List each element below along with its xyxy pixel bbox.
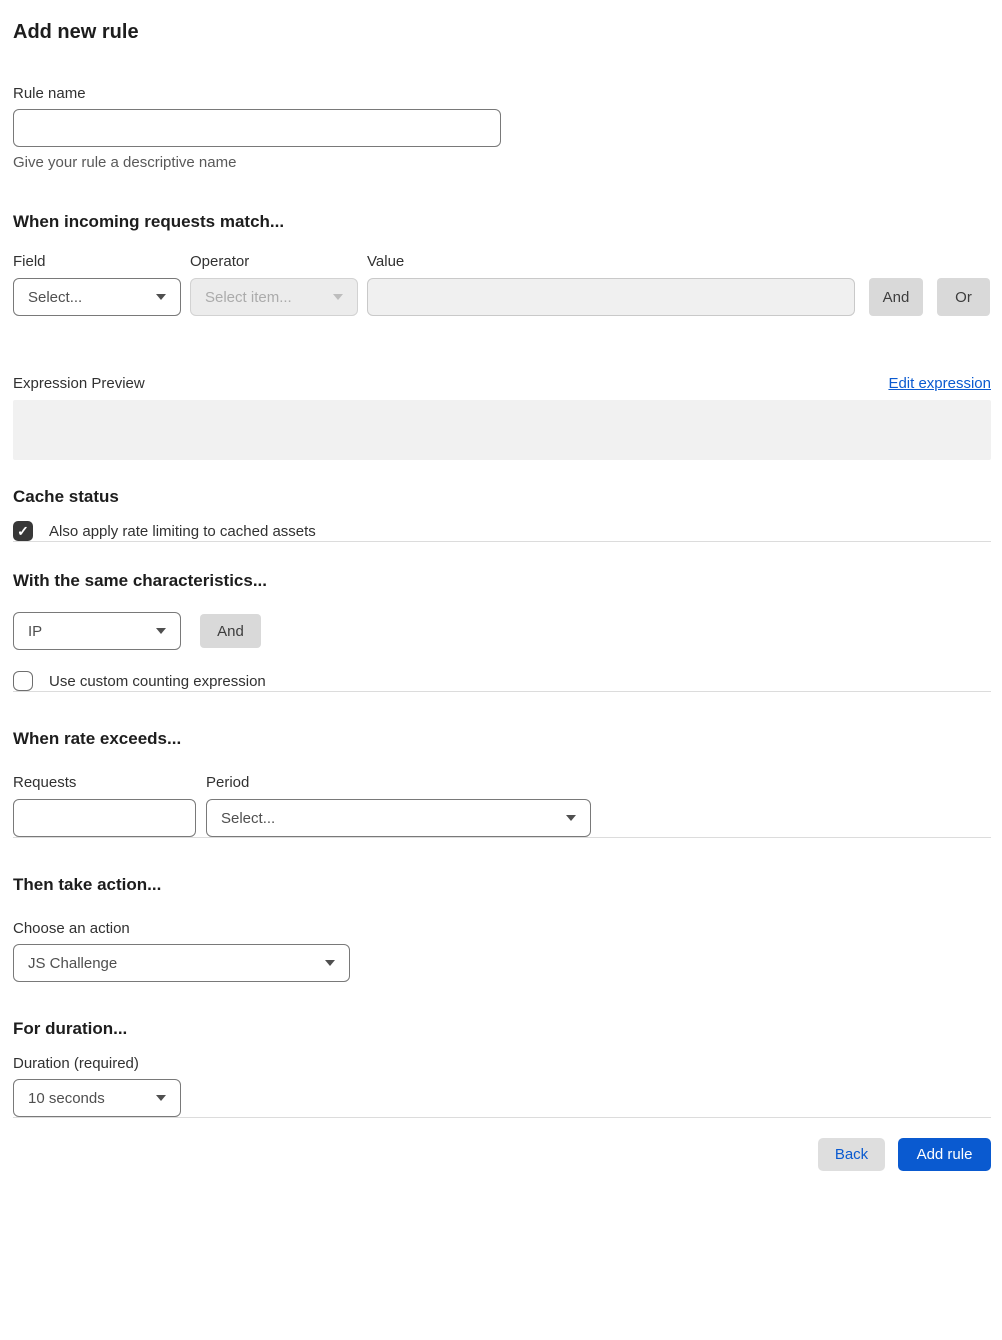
period-select-value: Select... (221, 809, 276, 827)
requests-label: Requests (13, 774, 77, 791)
expression-preview-label: Expression Preview (13, 375, 145, 392)
characteristics-heading: With the same characteristics... (13, 571, 268, 590)
cached-assets-row: ✓ Also apply rate limiting to cached ass… (13, 521, 991, 541)
operator-select: Select item... (190, 278, 358, 316)
duration-label: Duration (required) (13, 1055, 139, 1072)
field-column: Field Select... (13, 253, 181, 316)
page-title: Add new rule (13, 21, 139, 43)
operator-select-value: Select item... (205, 288, 292, 306)
period-label: Period (206, 774, 250, 791)
chevron-down-icon (156, 294, 166, 300)
back-button[interactable]: Back (818, 1138, 885, 1171)
take-action-heading: Then take action... (13, 875, 162, 894)
cached-assets-label: Also apply rate limiting to cached asset… (49, 522, 316, 540)
characteristic-select-value: IP (28, 622, 43, 640)
chevron-down-icon (333, 294, 343, 300)
counting-expression-checkbox[interactable] (13, 671, 33, 691)
match-condition-row: Field Select... Operator Select item... … (13, 253, 991, 316)
chevron-down-icon (325, 960, 335, 966)
duration-select[interactable]: 10 seconds (13, 1079, 181, 1117)
rate-exceeds-heading: When rate exceeds... (13, 729, 182, 748)
characteristic-and-button[interactable]: And (200, 614, 261, 648)
check-icon: ✓ (17, 523, 29, 539)
period-column: Period Select... (206, 774, 591, 837)
field-label: Field (13, 253, 46, 270)
choose-action-label: Choose an action (13, 920, 130, 937)
action-select-value: JS Challenge (28, 954, 118, 972)
operator-label: Operator (190, 253, 250, 270)
characteristics-row: IP And (13, 612, 991, 650)
match-section-heading: When incoming requests match... (13, 212, 285, 231)
and-button[interactable]: And (869, 278, 923, 316)
condition-logic-buttons: And Or (869, 278, 990, 316)
cached-assets-checkbox[interactable]: ✓ (13, 521, 33, 541)
expression-preview-header: Expression Preview Edit expression (13, 375, 991, 392)
rate-row: Requests Period Select... (13, 774, 991, 837)
rule-name-helper: Give your rule a descriptive name (13, 154, 237, 171)
cache-status-heading: Cache status (13, 487, 119, 506)
add-rule-form: Add new rule Rule name Give your rule a … (0, 20, 1002, 1185)
add-rule-button[interactable]: Add rule (898, 1138, 991, 1171)
action-select[interactable]: JS Challenge (13, 944, 350, 982)
edit-expression-link[interactable]: Edit expression (888, 375, 991, 392)
requests-column: Requests (13, 774, 196, 837)
counting-expression-label: Use custom counting expression (49, 672, 266, 690)
for-duration-heading: For duration... (13, 1019, 128, 1038)
field-select-value: Select... (28, 288, 83, 306)
rule-name-label: Rule name (13, 85, 86, 102)
rule-name-input[interactable] (13, 109, 501, 147)
counting-expression-row: Use custom counting expression (13, 671, 991, 691)
characteristic-select[interactable]: IP (13, 612, 181, 650)
footer-actions: Back Add rule (13, 1138, 991, 1171)
expression-preview-box (13, 400, 991, 460)
requests-input[interactable] (13, 799, 196, 837)
chevron-down-icon (566, 815, 576, 821)
duration-select-value: 10 seconds (28, 1089, 105, 1107)
chevron-down-icon (156, 628, 166, 634)
chevron-down-icon (156, 1095, 166, 1101)
value-column: Value (367, 253, 855, 316)
section-divider (13, 691, 991, 692)
operator-column: Operator Select item... (190, 253, 358, 316)
value-label: Value (367, 253, 405, 270)
value-input (367, 278, 855, 316)
section-divider (13, 541, 991, 542)
section-divider (13, 837, 991, 838)
footer-divider (13, 1117, 991, 1118)
field-select[interactable]: Select... (13, 278, 181, 316)
period-select[interactable]: Select... (206, 799, 591, 837)
or-button[interactable]: Or (937, 278, 990, 316)
